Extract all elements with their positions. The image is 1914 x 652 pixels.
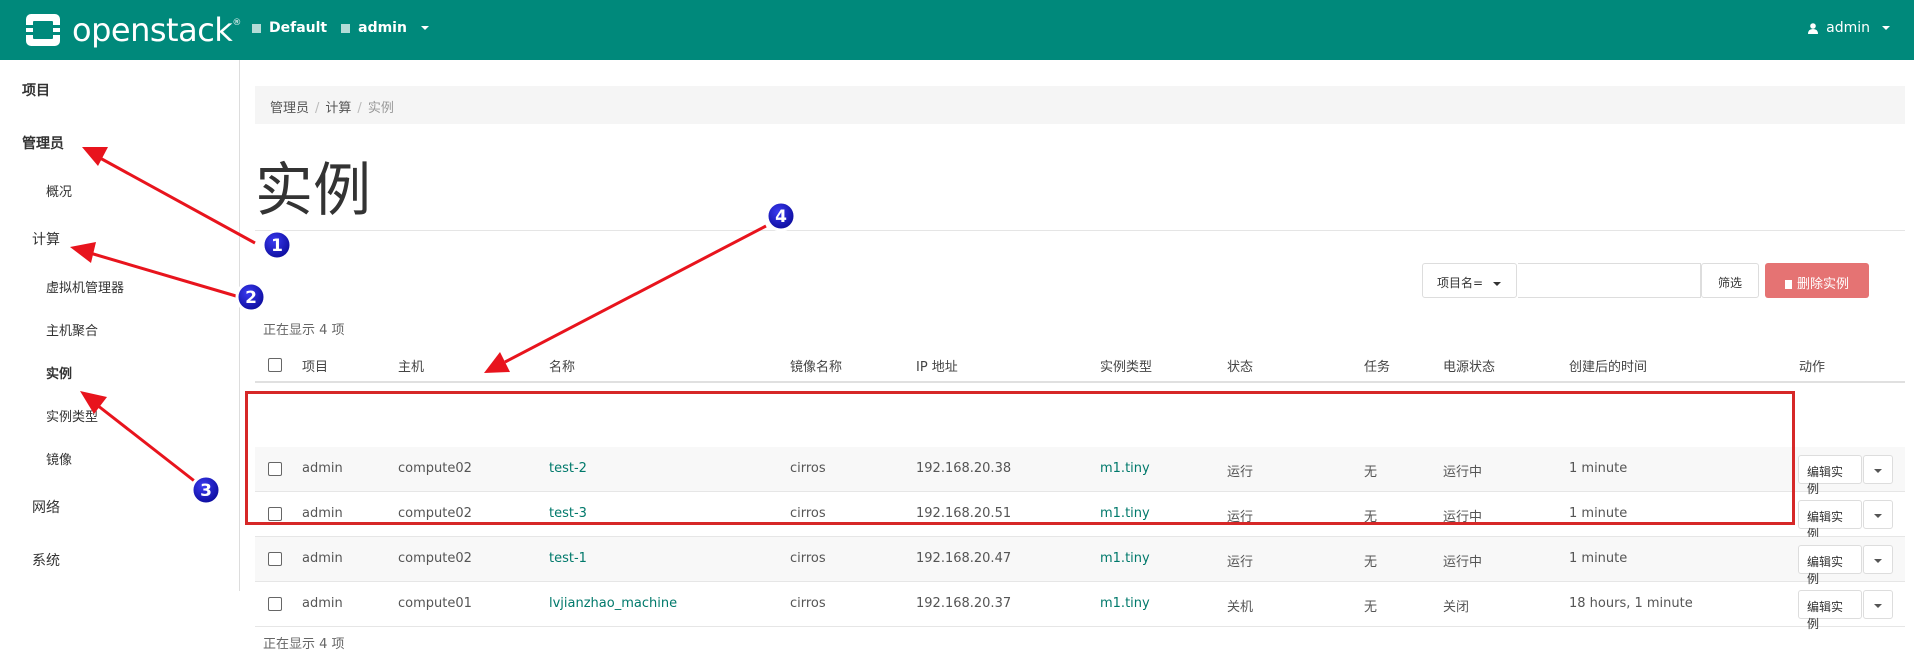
column-header-host[interactable]: 主机 [398, 356, 424, 375]
row-checkbox[interactable] [268, 552, 282, 566]
cell-status: 运行 [1227, 555, 1254, 570]
brand-name: openstack [72, 11, 233, 49]
sidebar-item-overview[interactable]: 概况 [46, 181, 72, 200]
column-header-flavor[interactable]: 实例类型 [1100, 356, 1152, 375]
table-row: admin compute02 test-1 cirros 192.168.20… [255, 537, 1905, 586]
breadcrumb-item-admin[interactable]: 管理员 [270, 101, 309, 116]
row-checkbox[interactable] [268, 597, 282, 611]
project-label: admin [358, 20, 407, 36]
chevron-down-icon [1874, 468, 1882, 473]
select-all-checkbox[interactable] [268, 358, 282, 372]
project-icon [341, 23, 351, 33]
sidebar-item-images[interactable]: 镜像 [46, 449, 72, 468]
cell-image: cirros [790, 551, 826, 566]
flavor-link[interactable]: m1.tiny [1100, 596, 1150, 611]
cell-power-state: 关闭 [1443, 600, 1470, 615]
chevron-down-icon [1882, 26, 1890, 30]
sidebar-item-instances[interactable]: 实例 [46, 363, 72, 382]
column-header-actions: 动作 [1799, 360, 1826, 375]
cell-age: 1 minute [1569, 551, 1628, 566]
instance-name-link[interactable]: lvjianzhao_machine [549, 596, 677, 611]
project-context-selector[interactable]: Default admin [252, 20, 429, 36]
top-navbar: openstack ® Default admin admin [0, 0, 1914, 60]
highlight-box [245, 391, 1795, 525]
sidebar-item-system[interactable]: 系统 [32, 550, 60, 570]
sidebar-item-admin[interactable]: 管理员 [22, 133, 64, 153]
column-header-image[interactable]: 镜像名称 [790, 356, 842, 375]
delete-instances-button[interactable]: 删除实例 [1765, 263, 1869, 298]
cell-ip: 192.168.20.47 [916, 551, 1012, 566]
breadcrumb: 管理员 / 计算 / 实例 [255, 86, 1905, 124]
edit-instance-button[interactable]: 编辑实例 [1798, 455, 1862, 496]
instance-name-link[interactable]: test-1 [549, 551, 587, 566]
column-header-name[interactable]: 名称 [549, 356, 575, 375]
column-header-task[interactable]: 任务 [1364, 356, 1390, 375]
sidebar-item-network[interactable]: 网络 [32, 497, 60, 517]
chevron-down-icon [1492, 281, 1501, 286]
column-header-age[interactable]: 创建后的时间 [1569, 356, 1647, 375]
filter-input[interactable] [1518, 263, 1701, 298]
edit-instance-button[interactable]: 编辑实例 [1798, 500, 1862, 541]
row-actions-dropdown[interactable] [1863, 500, 1893, 529]
column-header-power-state[interactable]: 电源状态 [1443, 356, 1495, 375]
cell-power-state: 运行中 [1443, 555, 1483, 570]
row-actions-dropdown[interactable] [1863, 590, 1893, 619]
page-title: 实例 [255, 156, 372, 224]
filter-field-label: 项目名= [1437, 276, 1484, 290]
breadcrumb-item-compute[interactable]: 计算 [325, 101, 351, 116]
cell-image: cirros [790, 596, 826, 611]
row-actions-dropdown[interactable] [1863, 455, 1893, 484]
cell-project: admin [302, 596, 343, 611]
chevron-down-icon [420, 26, 429, 30]
chevron-down-icon [1874, 513, 1882, 518]
cell-host: compute02 [398, 551, 472, 566]
breadcrumb-separator: / [357, 101, 362, 116]
edit-instance-button[interactable]: 编辑实例 [1798, 545, 1862, 586]
breadcrumb-separator: / [315, 101, 320, 116]
column-header-project[interactable]: 项目 [302, 356, 328, 375]
column-header-ip[interactable]: IP 地址 [916, 356, 958, 375]
item-count-top: 正在显示 4 项 [263, 323, 345, 338]
sidebar-item-project[interactable]: 项目 [22, 80, 50, 100]
row-actions-dropdown[interactable] [1863, 545, 1893, 574]
flavor-link[interactable]: m1.tiny [1100, 551, 1150, 566]
cell-task: 无 [1364, 555, 1378, 570]
sidebar-item-compute[interactable]: 计算 [32, 229, 60, 249]
filter-field-dropdown[interactable]: 项目名= [1422, 263, 1517, 298]
cell-task: 无 [1364, 600, 1378, 615]
item-count-bottom: 正在显示 4 项 [263, 637, 345, 652]
table-header: 项目 主机 名称 镜像名称 IP 地址 实例类型 状态 任务 电源状态 创建后的… [255, 347, 1905, 383]
domain-label: Default [269, 20, 328, 36]
user-menu[interactable]: admin [1808, 20, 1890, 36]
sidebar: 项目 管理员 概况 计算 虚拟机管理器 主机聚合 实例 实例类型 镜像 网络 系… [0, 60, 240, 591]
cell-ip: 192.168.20.37 [916, 596, 1012, 611]
table-row: admin compute01 lvjianzhao_machine cirro… [255, 582, 1905, 631]
openstack-logo[interactable]: openstack ® [24, 10, 241, 50]
domain-icon [252, 23, 261, 33]
openstack-logo-icon [24, 12, 62, 48]
user-icon [1808, 22, 1819, 34]
cell-age: 18 hours, 1 minute [1569, 596, 1693, 611]
sidebar-item-hypervisors[interactable]: 虚拟机管理器 [46, 277, 124, 296]
breadcrumb-item-instances: 实例 [367, 101, 394, 116]
user-name: admin [1826, 20, 1870, 36]
filter-button[interactable]: 筛选 [1701, 263, 1759, 298]
trash-icon [1784, 280, 1792, 289]
sidebar-item-flavors[interactable]: 实例类型 [46, 406, 98, 425]
cell-status: 关机 [1227, 600, 1254, 615]
cell-project: admin [302, 551, 343, 566]
column-header-status[interactable]: 状态 [1227, 356, 1253, 375]
cell-host: compute01 [398, 596, 472, 611]
divider [255, 230, 1905, 231]
chevron-down-icon [1874, 558, 1882, 563]
delete-instances-label: 删除实例 [1796, 277, 1849, 292]
edit-instance-button[interactable]: 编辑实例 [1798, 590, 1862, 631]
chevron-down-icon [1874, 603, 1882, 608]
sidebar-item-host-aggregates[interactable]: 主机聚合 [46, 320, 98, 339]
